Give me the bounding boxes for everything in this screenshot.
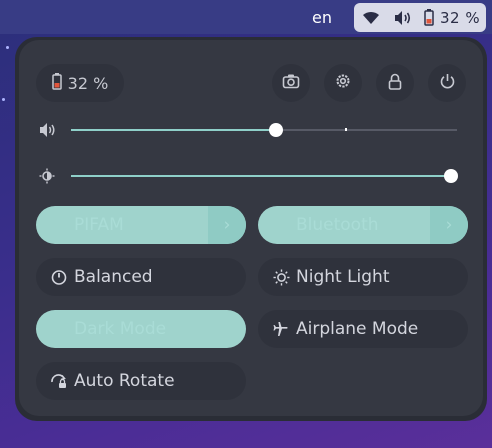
settings-button[interactable]	[324, 64, 362, 102]
bluetooth-menu-button[interactable]: ›	[430, 206, 468, 244]
power-mode-toggle[interactable]: Balanced	[36, 258, 246, 296]
battery-icon	[424, 9, 434, 26]
bluetooth-toggle[interactable]: Bluetooth ›	[258, 206, 468, 244]
bluetooth-label: Bluetooth	[296, 215, 379, 235]
battery-icon	[51, 72, 62, 94]
airplane-icon	[272, 320, 290, 338]
night-light-toggle[interactable]: Night Light	[258, 258, 468, 296]
keyboard-layout-indicator[interactable]: en	[312, 8, 332, 27]
wifi-icon	[362, 11, 380, 25]
volume-slider[interactable]	[71, 123, 457, 137]
volume-icon	[394, 10, 412, 26]
volume-slider-mark	[345, 128, 348, 131]
background-star	[6, 46, 9, 49]
chevron-right-icon: ›	[223, 215, 231, 235]
quick-settings-content: 32 % PIFAM › Bluetooth › Balanced Night …	[19, 40, 483, 416]
dark-mode-label: Dark Mode	[74, 319, 167, 339]
brightness-slider-handle[interactable]	[444, 169, 458, 183]
volume-icon[interactable]	[39, 122, 55, 138]
brightness-slider[interactable]	[71, 169, 458, 183]
top-bar: en 32 %	[0, 0, 492, 34]
screenshot-icon	[282, 73, 300, 93]
power-mode-label: Balanced	[74, 267, 153, 287]
volume-slider-handle[interactable]	[268, 123, 283, 137]
night-light-label: Night Light	[296, 267, 390, 287]
settings-icon	[334, 72, 352, 94]
chevron-right-icon: ›	[445, 215, 453, 235]
auto-rotate-icon	[50, 372, 68, 390]
wifi-label: PIFAM	[74, 215, 124, 235]
power-off-button[interactable]	[428, 64, 466, 102]
lock-icon	[388, 73, 402, 94]
quick-settings-panel: 32 % PIFAM › Bluetooth › Balanced Night …	[15, 37, 487, 421]
power-icon	[439, 73, 456, 94]
wifi-menu-button[interactable]: ›	[208, 206, 246, 244]
power-mode-icon	[50, 268, 68, 286]
auto-rotate-toggle[interactable]: Auto Rotate	[36, 362, 246, 400]
brightness-icon	[39, 168, 55, 184]
volume-row	[39, 120, 459, 140]
airplane-mode-toggle[interactable]: Airplane Mode	[258, 310, 468, 348]
brightness-row	[39, 166, 459, 186]
screenshot-button[interactable]	[272, 64, 310, 102]
auto-rotate-label: Auto Rotate	[74, 371, 175, 391]
battery-status-button[interactable]: 32 %	[36, 64, 124, 102]
night-light-icon	[272, 268, 290, 286]
volume-slider-fill	[71, 129, 276, 131]
dark-mode-toggle[interactable]: Dark Mode	[36, 310, 246, 348]
lock-screen-button[interactable]	[376, 64, 414, 102]
battery-label: 32 %	[67, 73, 109, 93]
airplane-mode-label: Airplane Mode	[296, 319, 419, 339]
background-star	[2, 98, 5, 101]
wifi-toggle[interactable]: PIFAM ›	[36, 206, 246, 244]
brightness-slider-fill	[71, 175, 451, 177]
battery-percentage: 32 %	[440, 8, 481, 27]
system-tray[interactable]: 32 %	[354, 3, 486, 32]
